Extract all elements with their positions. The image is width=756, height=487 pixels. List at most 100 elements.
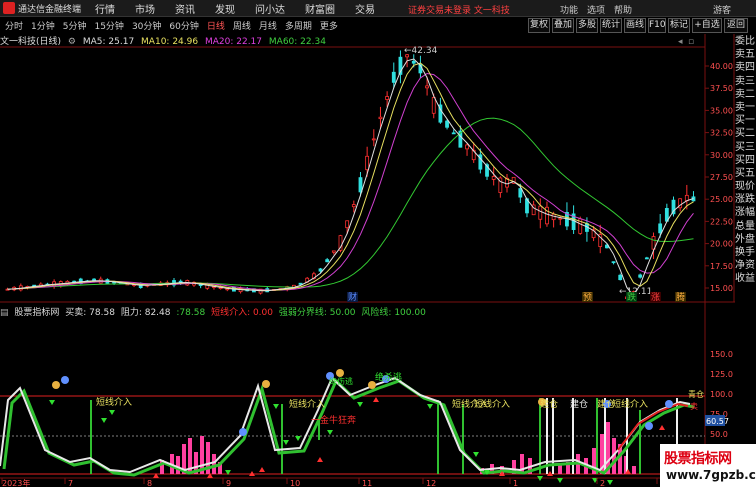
quote-label[interactable]: 买一	[735, 114, 756, 127]
quote-label[interactable]: 净资	[735, 259, 756, 272]
indicator-legend: ▤ 股票指标网 买卖: 78.58 阻力: 82.48 :78.58 短线介入:…	[0, 305, 429, 318]
up-arrow-icon	[659, 425, 665, 430]
signal-bar	[639, 410, 641, 474]
label-short-5: 短线介入	[612, 398, 648, 410]
down-arrow-icon	[109, 410, 115, 415]
candle-body	[431, 97, 436, 114]
candle-body	[551, 213, 556, 221]
event-financial[interactable]: 财	[348, 291, 357, 303]
event-drop[interactable]: 跌	[627, 292, 636, 303]
down-arrow-icon	[101, 418, 107, 423]
down-arrow-icon	[283, 440, 289, 445]
quote-label[interactable]: 买二	[735, 127, 756, 140]
label-short-1: 短线介入	[96, 396, 132, 408]
candle-body	[351, 204, 356, 208]
down-arrow-icon	[273, 404, 279, 409]
histogram-bar	[212, 454, 216, 474]
time-axis: 2023年789101112123	[1, 478, 665, 487]
candle-body	[638, 274, 643, 278]
ma60-line	[7, 117, 694, 290]
up-arrow-icon	[259, 467, 265, 472]
candle-body	[451, 132, 456, 135]
price-tick-label: 25.00	[710, 195, 733, 204]
signal-dot-icon	[665, 400, 673, 408]
label-clear-position: 青仓	[688, 389, 704, 399]
chart-close-icon[interactable]: ▫	[688, 37, 694, 47]
candle-body	[318, 268, 323, 272]
candle-body	[325, 259, 330, 263]
candle-body	[411, 60, 416, 64]
signal-dot-icon	[262, 380, 270, 388]
down-arrow-icon	[295, 436, 301, 441]
price-tick-label: 17.50	[710, 262, 733, 271]
indicator-buy: 买卖: 78.58	[65, 308, 115, 318]
indicator-name[interactable]: 股票指标网	[14, 308, 59, 318]
time-tick-label: 2023年	[2, 478, 30, 487]
candle-body	[391, 71, 396, 83]
indicator-histogram	[160, 422, 636, 474]
signal-dot-icon	[61, 376, 69, 384]
down-arrow-icon	[49, 400, 55, 405]
quote-label[interactable]: 卖五	[735, 48, 756, 61]
quote-label[interactable]: 买三	[735, 141, 756, 154]
signal-bar	[281, 404, 283, 474]
time-tick-label: 12	[426, 479, 436, 487]
candle-body	[425, 85, 429, 89]
event-rise[interactable]: 涨	[651, 292, 660, 303]
quote-label[interactable]: 涨幅	[735, 206, 756, 219]
event-forecast[interactable]: 预	[583, 292, 592, 303]
indicator-tick-label: 100.0	[710, 390, 733, 399]
quote-label[interactable]: 涨跌	[735, 193, 756, 206]
high-price-label: ←42.34	[404, 46, 438, 56]
indicator-tick-label: 50.0	[710, 430, 728, 439]
price-tick-label: 37.50	[710, 84, 733, 93]
signal-dot-icon	[645, 422, 653, 430]
down-arrow-icon	[427, 404, 433, 409]
quote-sidebar: 委比 卖五 卖四 卖三 卖二 卖一 买一 买二 买三 买四 买五 现价 涨跌 涨…	[735, 35, 756, 286]
label-escape-2: 绝伤逃	[329, 376, 353, 386]
quote-label[interactable]: 外盘	[735, 233, 756, 246]
label-escape-1: 绝杀逃	[375, 371, 402, 383]
label-sell: 卖	[690, 402, 698, 411]
candle-body	[345, 220, 350, 229]
indicator-tick-label: 150.0	[710, 350, 733, 359]
time-tick-label: 1	[513, 479, 518, 487]
price-tick-label: 15.00	[710, 284, 733, 293]
indicator-value: :78.58	[176, 308, 206, 318]
quote-label[interactable]: 卖二	[735, 88, 756, 101]
candle-body	[378, 116, 383, 120]
ma20-line	[7, 72, 694, 291]
down-arrow-icon	[473, 452, 479, 457]
quote-label[interactable]: 卖四	[735, 61, 756, 74]
svg-text:60.57: 60.57	[706, 417, 729, 426]
quote-label[interactable]: 买四	[735, 154, 756, 167]
candle-body	[611, 261, 616, 264]
quote-label[interactable]: 收益	[735, 272, 756, 285]
signal-dot-icon	[336, 369, 344, 377]
quote-label[interactable]: 现价	[735, 180, 756, 193]
quote-label[interactable]: 换手	[735, 246, 756, 259]
candle-body	[385, 96, 390, 100]
ma10-line	[7, 62, 694, 291]
indicator-axis: 150.0125.0100.075.050.025.0	[710, 350, 733, 459]
quote-label[interactable]: 买五	[735, 167, 756, 180]
label-short-2: 短线介入	[289, 398, 325, 410]
quote-label[interactable]: 卖三	[735, 75, 756, 88]
quote-label[interactable]: 卖一	[735, 101, 756, 114]
event-jump[interactable]: 腾	[676, 291, 685, 303]
down-arrow-icon	[557, 478, 563, 483]
quote-label[interactable]: 总量	[735, 220, 756, 233]
candle-body	[371, 138, 376, 141]
signal-dot-icon	[239, 428, 247, 436]
chart-scroll-left-icon[interactable]: ◂	[678, 37, 683, 47]
indicator-menu-icon[interactable]: ▤	[0, 308, 9, 318]
histogram-bar	[520, 454, 524, 474]
candle-body	[558, 217, 563, 220]
candle-body	[331, 250, 336, 253]
time-tick-label: 11	[362, 479, 372, 487]
ma5-line	[7, 58, 694, 297]
label-build-1: 建仓	[540, 398, 558, 410]
price-tick-label: 20.00	[710, 240, 733, 249]
label-build-2: 建仓	[570, 398, 588, 410]
quote-label[interactable]: 委比	[735, 35, 756, 48]
